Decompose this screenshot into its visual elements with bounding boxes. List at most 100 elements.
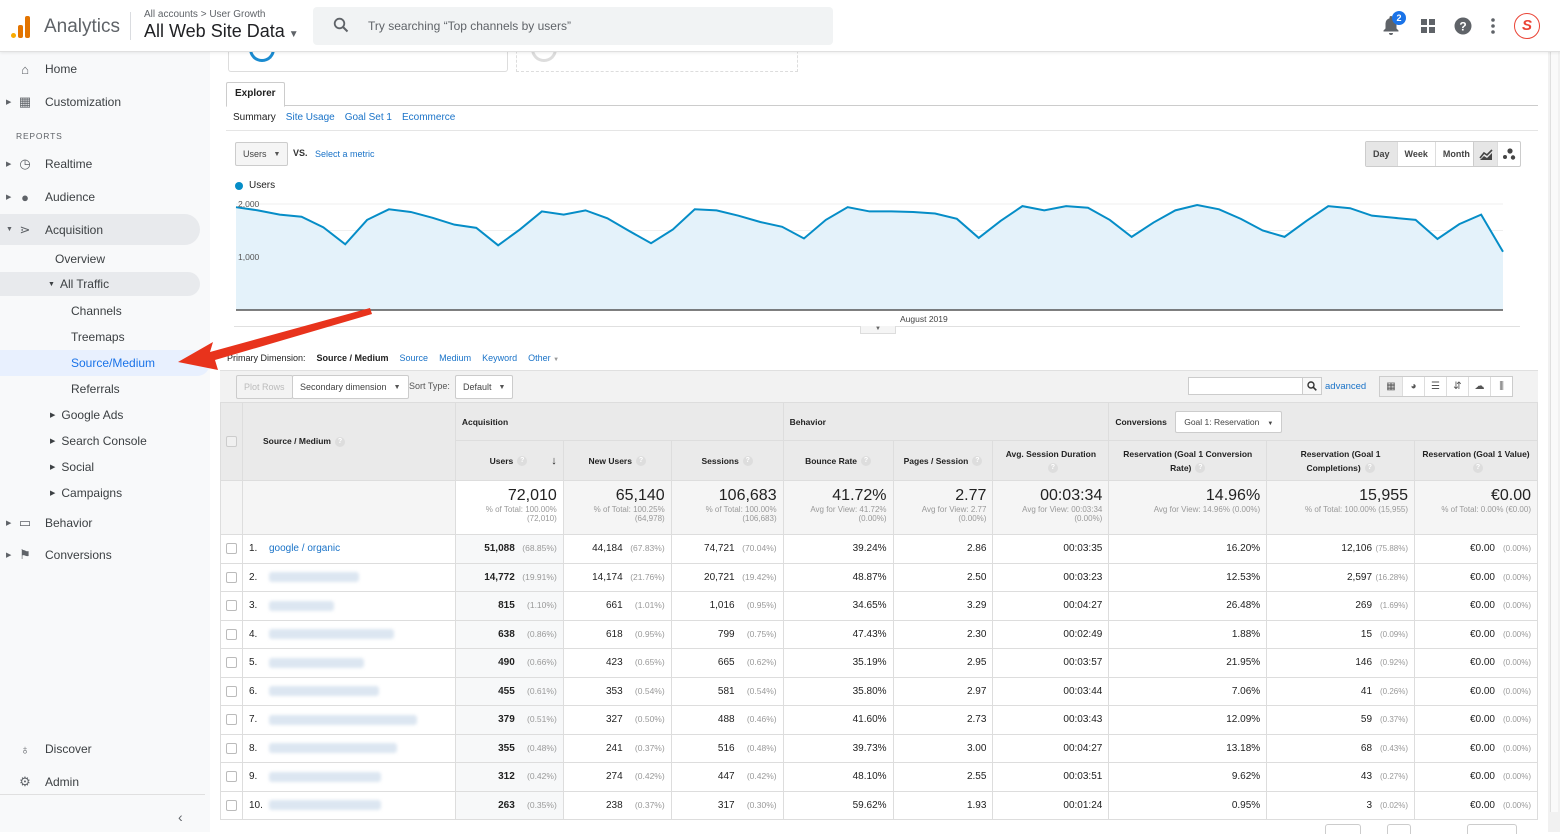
data-table-view-icon[interactable]: ▦ bbox=[1380, 377, 1402, 396]
redacted-dimension-link[interactable] bbox=[268, 714, 417, 725]
property-selector[interactable]: All Web Site Data ▼ bbox=[144, 21, 299, 42]
help-icon[interactable]: ? bbox=[972, 456, 983, 467]
period-day-button[interactable]: Day bbox=[1366, 142, 1397, 166]
notifications-button[interactable]: 2 bbox=[1382, 11, 1406, 37]
users-chart[interactable]: 2,000 1,000 August 2019 bbox=[220, 192, 1540, 342]
sidebar-item-realtime[interactable]: ▶ ◷ Realtime bbox=[0, 149, 200, 179]
col-pages-session[interactable]: Pages / Session? bbox=[892, 440, 994, 481]
more-vert-icon[interactable] bbox=[1490, 18, 1496, 34]
redacted-dimension-link[interactable] bbox=[268, 629, 394, 640]
account-avatar[interactable]: S bbox=[1514, 13, 1540, 39]
help-icon[interactable]: ? bbox=[334, 436, 345, 447]
select-all-checkbox[interactable] bbox=[225, 436, 237, 448]
col-goal1-completions[interactable]: Reservation (Goal 1 Completions)? bbox=[1266, 440, 1416, 481]
subtab-summary[interactable]: Summary bbox=[233, 112, 276, 123]
term-cloud-view-icon[interactable]: ☁ bbox=[1468, 377, 1490, 396]
percentage-view-icon[interactable]: ◕ bbox=[1402, 377, 1424, 396]
help-icon[interactable]: ? bbox=[742, 456, 753, 467]
dimension-other[interactable]: Other ▼ bbox=[528, 353, 559, 363]
help-icon[interactable]: ? bbox=[1473, 463, 1483, 474]
pivot-view-icon[interactable]: ⫼ bbox=[1490, 377, 1512, 396]
sidebar-item-acquisition[interactable]: ▼ ⋗ Acquisition bbox=[0, 214, 200, 245]
row-checkbox[interactable] bbox=[225, 657, 237, 669]
col-avg-session-duration[interactable]: Avg. Session Duration? bbox=[992, 440, 1110, 481]
period-week-button[interactable]: Week bbox=[1396, 142, 1435, 166]
col-bounce-rate[interactable]: Bounce Rate? bbox=[782, 440, 894, 481]
redacted-dimension-link[interactable] bbox=[268, 657, 364, 668]
row-checkbox[interactable] bbox=[225, 628, 237, 640]
sidebar-item-search-console[interactable]: ▶ Search Console bbox=[0, 429, 200, 453]
sort-descending-icon[interactable]: ↓ bbox=[551, 455, 557, 467]
chart-expand-handle[interactable]: ▼ bbox=[860, 326, 896, 334]
select-metric-link[interactable]: Select a metric bbox=[315, 149, 375, 159]
help-icon[interactable]: ? bbox=[1454, 17, 1472, 35]
sidebar-item-customization[interactable]: ▶ ▦ Customization bbox=[0, 87, 200, 117]
col-source-medium[interactable]: Source / Medium? bbox=[241, 402, 456, 481]
dimension-source[interactable]: Source bbox=[400, 353, 429, 363]
dimension-keyword[interactable]: Keyword bbox=[482, 353, 517, 363]
apps-grid-icon[interactable] bbox=[1420, 18, 1436, 34]
period-month-button[interactable]: Month bbox=[1434, 142, 1477, 166]
sidebar-item-campaigns[interactable]: ▶ Campaigns bbox=[0, 481, 200, 505]
table-filter-input[interactable] bbox=[1188, 377, 1304, 395]
advanced-filter-link[interactable]: advanced bbox=[1325, 381, 1366, 392]
sidebar-item-behavior[interactable]: ▶ ▭ Behavior bbox=[0, 508, 200, 538]
row-checkbox[interactable] bbox=[225, 543, 237, 555]
row-checkbox[interactable] bbox=[225, 600, 237, 612]
chart-legend[interactable]: Users bbox=[235, 180, 275, 191]
row-checkbox[interactable] bbox=[225, 714, 237, 726]
col-sessions[interactable]: Sessions? bbox=[670, 440, 784, 481]
row-checkbox[interactable] bbox=[225, 571, 237, 583]
redacted-dimension-link[interactable] bbox=[268, 686, 379, 697]
performance-view-icon[interactable]: ☰ bbox=[1424, 377, 1446, 396]
sidebar-item-audience[interactable]: ▶ ● Audience bbox=[0, 182, 200, 212]
analytics-logo[interactable] bbox=[10, 14, 34, 38]
sidebar-item-conversions[interactable]: ▶ ⚑ Conversions bbox=[0, 540, 200, 570]
sidebar-item-overview[interactable]: Overview bbox=[0, 247, 200, 271]
redacted-dimension-link[interactable] bbox=[268, 600, 334, 611]
col-goal1-value[interactable]: Reservation (Goal 1 Value)? bbox=[1414, 440, 1538, 481]
table-search-button[interactable] bbox=[1302, 377, 1322, 395]
sidebar-item-all-traffic[interactable]: ▼ All Traffic bbox=[0, 272, 200, 296]
dimension-link[interactable]: google / organic bbox=[269, 543, 340, 554]
rows-per-page-select[interactable] bbox=[1325, 824, 1361, 834]
col-users[interactable]: Users? ↓ bbox=[454, 440, 564, 481]
subtab-goal-set-1[interactable]: Goal Set 1 bbox=[345, 112, 392, 123]
page-scrollbar-thumb[interactable] bbox=[1550, 52, 1558, 812]
search-box[interactable]: Try searching “Top channels by users” bbox=[313, 7, 833, 45]
metric-select[interactable]: Users ▼ bbox=[235, 142, 289, 166]
sidebar-item-discover[interactable]: ♁ Discover bbox=[0, 734, 200, 764]
line-chart-button[interactable] bbox=[1474, 142, 1497, 166]
row-checkbox[interactable] bbox=[225, 799, 237, 811]
account-breadcrumb[interactable]: All accounts > User Growth bbox=[144, 9, 265, 20]
sidebar-item-referrals[interactable]: Referrals bbox=[0, 377, 200, 401]
collapse-sidebar-icon[interactable]: ‹ bbox=[178, 809, 183, 825]
redacted-dimension-link[interactable] bbox=[268, 771, 381, 782]
dimension-medium[interactable]: Medium bbox=[439, 353, 471, 363]
help-icon[interactable]: ? bbox=[861, 456, 872, 467]
col-new-users[interactable]: New Users? bbox=[562, 440, 672, 481]
goal-select[interactable]: Goal 1: Reservation ▼ bbox=[1175, 410, 1283, 433]
redacted-dimension-link[interactable] bbox=[268, 800, 381, 811]
help-icon[interactable]: ? bbox=[1047, 463, 1058, 474]
motion-chart-button[interactable] bbox=[1497, 142, 1520, 166]
redacted-dimension-link[interactable] bbox=[268, 572, 359, 583]
row-checkbox[interactable] bbox=[225, 742, 237, 754]
subtab-site-usage[interactable]: Site Usage bbox=[286, 112, 335, 123]
sidebar-item-admin[interactable]: ⚙ Admin bbox=[0, 767, 200, 797]
help-icon[interactable]: ? bbox=[1364, 463, 1375, 474]
redacted-dimension-link[interactable] bbox=[268, 743, 397, 754]
help-icon[interactable]: ? bbox=[635, 456, 646, 467]
sidebar-item-social[interactable]: ▶ Social bbox=[0, 455, 200, 479]
tab-explorer[interactable]: Explorer bbox=[226, 82, 285, 107]
row-checkbox[interactable] bbox=[225, 685, 237, 697]
comparison-view-icon[interactable]: ⇵ bbox=[1446, 377, 1468, 396]
page-nav-buttons[interactable] bbox=[1467, 824, 1517, 834]
col-goal1-conversion-rate[interactable]: Reservation (Goal 1 Conversion Rate)? bbox=[1108, 440, 1268, 481]
go-to-page-input[interactable] bbox=[1387, 824, 1411, 834]
row-checkbox[interactable] bbox=[225, 771, 237, 783]
help-icon[interactable]: ? bbox=[1195, 463, 1206, 474]
sort-type-select[interactable]: Default ▼ bbox=[455, 375, 514, 399]
subtab-ecommerce[interactable]: Ecommerce bbox=[402, 112, 455, 123]
help-icon[interactable]: ? bbox=[517, 456, 528, 467]
